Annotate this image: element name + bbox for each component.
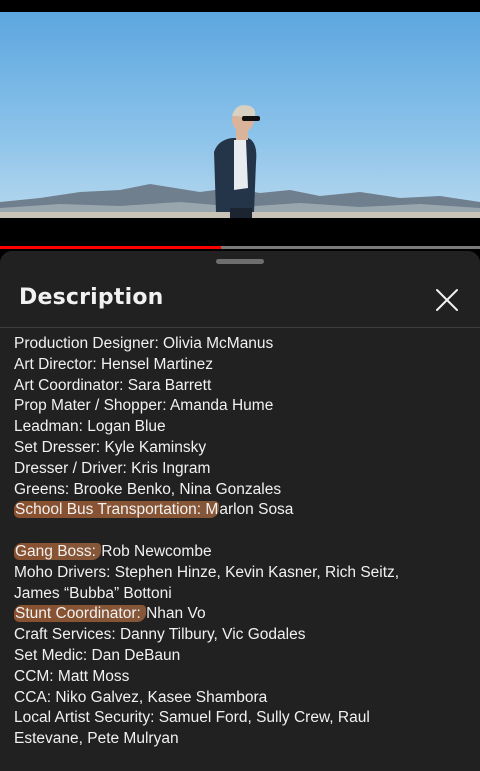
description-line-text: Dresser / Driver: Kris Ingram bbox=[14, 459, 211, 477]
description-line-text: Estevane, Pete Mulryan bbox=[14, 730, 179, 748]
description-line: Set Dresser: Kyle Kaminsky bbox=[14, 438, 470, 459]
description-line: Estevane, Pete Mulryan bbox=[14, 729, 470, 750]
description-line: Stunt Coordinator: Nhan Vo bbox=[14, 604, 470, 625]
description-line-text: Nhan Vo bbox=[146, 605, 206, 623]
description-line: Prop Mater / Shopper: Amanda Hume bbox=[14, 396, 470, 417]
description-line: Craft Services: Danny Tilbury, Vic Godal… bbox=[14, 625, 470, 646]
description-line: Art Coordinator: Sara Barrett bbox=[14, 376, 470, 397]
description-line-text: Art Director: Hensel Martinez bbox=[14, 355, 213, 373]
description-line-text: Set Medic: Dan DeBaun bbox=[14, 646, 181, 664]
description-line: School Bus Transportation: Marlon Sosa bbox=[14, 500, 470, 521]
description-line: Art Director: Hensel Martinez bbox=[14, 355, 470, 376]
description-line: James “Bubba” Bottoni bbox=[14, 584, 470, 605]
video-frame[interactable] bbox=[0, 12, 480, 218]
description-line: CCM: Matt Moss bbox=[14, 667, 470, 688]
description-line: CCA: Niko Galvez, Kasee Shambora bbox=[14, 688, 470, 709]
highlighted-text: Stunt Coordinator: bbox=[14, 605, 147, 623]
description-line-text: Craft Services: Danny Tilbury, Vic Godal… bbox=[14, 626, 306, 644]
description-panel: Description Production Designer: Olivia … bbox=[0, 251, 480, 771]
description-line-text: Local Artist Security: Samuel Ford, Sull… bbox=[14, 709, 370, 727]
description-line-text: Production Designer: Olivia McManus bbox=[14, 335, 274, 352]
description-text: Production Designer: Olivia McManus Art D… bbox=[14, 334, 470, 750]
progress-bar[interactable] bbox=[0, 246, 480, 249]
description-line: Dresser / Driver: Kris Ingram bbox=[14, 459, 470, 480]
description-line: Gang Boss: Rob Newcombe bbox=[14, 542, 470, 563]
divider bbox=[0, 327, 480, 328]
description-line-text: James “Bubba” Bottoni bbox=[14, 584, 172, 602]
description-line: Leadman: Logan Blue bbox=[14, 417, 470, 438]
video-scene-image bbox=[0, 12, 480, 218]
description-line-text: Leadman: Logan Blue bbox=[14, 418, 166, 436]
highlighted-text: School Bus Transportation: M bbox=[14, 501, 220, 519]
description-line-text: Set Dresser: Kyle Kaminsky bbox=[14, 438, 207, 456]
panel-title: Description bbox=[19, 285, 164, 310]
description-line-text: CCM: Matt Moss bbox=[14, 667, 130, 685]
close-button[interactable] bbox=[432, 285, 462, 315]
description-line: Local Artist Security: Samuel Ford, Sull… bbox=[14, 708, 470, 729]
description-line-text: Rob Newcombe bbox=[101, 542, 212, 560]
close-x-icon bbox=[436, 289, 458, 311]
description-line-text: Art Coordinator: Sara Barrett bbox=[14, 376, 212, 394]
video-player[interactable] bbox=[0, 0, 480, 250]
progress-bar-fill bbox=[0, 246, 221, 249]
description-line-text: Prop Mater / Shopper: Amanda Hume bbox=[14, 397, 274, 415]
description-line: Moho Drivers: Stephen Hinze, Kevin Kasne… bbox=[14, 563, 470, 584]
description-line-text: Greens: Brooke Benko, Nina Gonzales bbox=[14, 480, 282, 498]
description-line-text: CCA: Niko Galvez, Kasee Shambora bbox=[14, 688, 268, 706]
description-line: Production Designer: Olivia McManus bbox=[14, 334, 470, 355]
highlighted-text: Gang Boss: bbox=[14, 542, 102, 560]
description-line: Set Medic: Dan DeBaun bbox=[14, 646, 470, 667]
description-line-text: Moho Drivers: Stephen Hinze, Kevin Kasne… bbox=[14, 563, 400, 581]
description-line bbox=[14, 521, 470, 542]
description-line-text: arlon Sosa bbox=[219, 501, 294, 519]
description-line: Greens: Brooke Benko, Nina Gonzales bbox=[14, 480, 470, 501]
drag-handle[interactable] bbox=[216, 259, 264, 264]
